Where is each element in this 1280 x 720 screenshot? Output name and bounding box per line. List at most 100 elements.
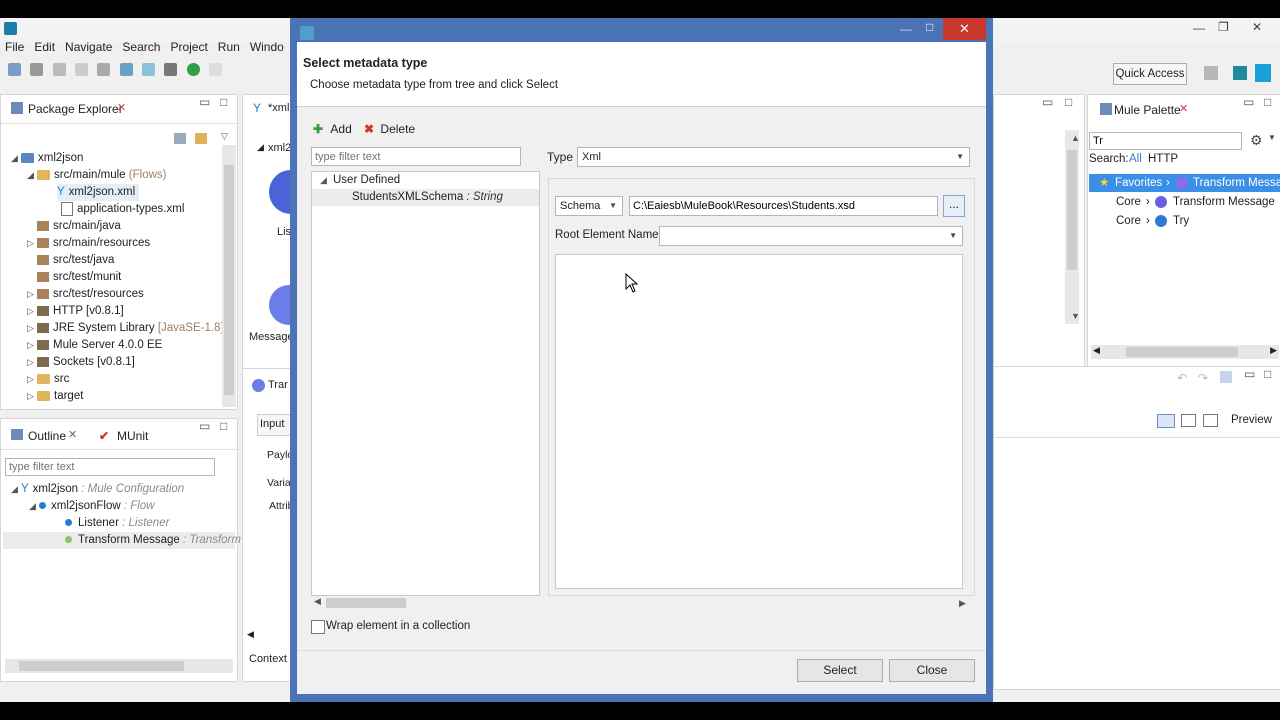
horizontal-scrollbar[interactable]	[5, 659, 233, 673]
schema-path-input[interactable]	[629, 196, 938, 216]
menu-project[interactable]: Project	[170, 40, 207, 54]
collapse-all-icon[interactable]	[174, 133, 186, 144]
browse-button[interactable]: ...	[943, 195, 965, 217]
variables-item[interactable]: Varia	[267, 477, 291, 489]
scroll-right-icon[interactable]: ▶	[959, 598, 966, 609]
tree-item-jre[interactable]: ▷ JRE System Library [JavaSE-1.8]	[27, 320, 224, 337]
minimize-view-icon[interactable]: ▭	[199, 419, 210, 433]
outline-item-listener[interactable]: Listener : Listener	[65, 515, 169, 532]
chevron-down-icon[interactable]: ▼	[1268, 133, 1276, 142]
print-icon[interactable]	[75, 63, 89, 77]
menu-window[interactable]: Windo	[250, 40, 284, 54]
palette-result-core-transform[interactable]: Core › Transform Message	[1089, 193, 1280, 211]
view-menu-icon[interactable]: ▽	[221, 131, 228, 142]
maximize-view-icon[interactable]: □	[1264, 367, 1271, 381]
minimize-icon[interactable]: —	[900, 22, 912, 36]
outline-item-flow[interactable]: ◢ xml2jsonFlow : Flow	[29, 498, 155, 515]
menu-navigate[interactable]: Navigate	[65, 40, 112, 54]
minimize-view-icon[interactable]: ▭	[199, 95, 210, 109]
menu-run[interactable]: Run	[218, 40, 240, 54]
tree-item-mule-server[interactable]: ▷ Mule Server 4.0.0 EE	[27, 337, 162, 354]
new-icon[interactable]	[8, 63, 21, 77]
tree-item-src-test-munit[interactable]: src/test/munit	[27, 269, 121, 286]
save-icon[interactable]	[1220, 371, 1232, 383]
forward-icon[interactable]: ↷	[1198, 371, 1208, 385]
maximize-view-icon[interactable]: □	[1065, 95, 1072, 109]
back-icon[interactable]: ↶	[1177, 371, 1187, 385]
minimize-view-icon[interactable]: ▭	[1042, 95, 1053, 109]
minimize-icon[interactable]: —	[1193, 21, 1205, 35]
open-perspective-icon[interactable]	[1204, 66, 1218, 80]
tree-item-src-test-java[interactable]: src/test/java	[27, 252, 114, 269]
minimize-view-icon[interactable]: ▭	[1244, 367, 1255, 381]
outline-item-transform[interactable]: Transform Message : Transform	[3, 532, 241, 549]
maximize-view-icon[interactable]: □	[220, 419, 227, 433]
collapse-icon[interactable]: ◢	[257, 142, 264, 153]
menu-file[interactable]: File	[5, 40, 24, 54]
tree-item-http[interactable]: ▷ HTTP [v0.8.1]	[27, 303, 124, 320]
close-icon[interactable]: ✕	[1252, 20, 1262, 34]
close-tab-icon[interactable]: ✕	[68, 428, 77, 441]
close-tab-icon[interactable]: ✕	[117, 101, 126, 114]
scroll-down-icon[interactable]: ▼	[1071, 311, 1080, 321]
gear-icon[interactable]: ⚙	[1250, 132, 1263, 149]
schema-select[interactable]: Schema ▼	[555, 196, 623, 216]
tab-munit[interactable]: MUnit	[117, 429, 148, 443]
layout-split-icon[interactable]	[1157, 414, 1175, 428]
wrap-collection-checkbox[interactable]	[311, 620, 325, 634]
tree-item-src-main-java[interactable]: src/main/java	[27, 218, 121, 235]
tree-item-src-main-mule[interactable]: ◢ src/main/mule (Flows)	[27, 167, 166, 184]
tree-item-src-test-resources[interactable]: ▷ src/test/resources	[27, 286, 144, 303]
tree-item-src[interactable]: ▷ src	[27, 371, 69, 388]
menu-edit[interactable]: Edit	[34, 40, 55, 54]
minimize-view-icon[interactable]: ▭	[1243, 95, 1254, 109]
scroll-left-icon[interactable]: ◀	[247, 629, 254, 640]
add-button[interactable]: ✚ Add	[313, 120, 352, 138]
outline-item-config[interactable]: ◢ Yxml2json : Mule Configuration	[11, 481, 184, 498]
tab-editor[interactable]: *xml	[268, 102, 289, 114]
close-tab-icon[interactable]: ✕	[1179, 102, 1188, 115]
horizontal-scrollbar[interactable]: ◀ ▶	[1091, 345, 1279, 359]
close-button[interactable]: Close	[889, 659, 975, 682]
tab-context[interactable]: Context	[249, 653, 287, 665]
perspective-java-icon[interactable]	[1233, 66, 1247, 80]
vertical-scrollbar[interactable]	[222, 145, 236, 407]
back-icon[interactable]	[209, 63, 223, 77]
preview-button[interactable]: Preview	[1231, 414, 1272, 426]
layout-single-icon[interactable]	[1203, 414, 1218, 427]
tree-horizontal-scrollbar[interactable]: ◀	[311, 596, 540, 610]
tree-item-xml2json[interactable]: ◢ xml2json	[11, 150, 83, 167]
palette-result-favorites[interactable]: ★ Favorites › Transform Message	[1089, 174, 1280, 192]
filter-http[interactable]: HTTP	[1148, 153, 1178, 165]
schema-preview-area[interactable]	[555, 254, 963, 589]
link-editor-icon[interactable]	[195, 133, 207, 144]
filter-all[interactable]: All	[1129, 153, 1142, 165]
tab-outline[interactable]: Outline	[28, 429, 66, 443]
save-icon[interactable]	[30, 63, 44, 77]
menu-search[interactable]: Search	[122, 40, 160, 54]
run-icon[interactable]	[186, 63, 200, 77]
tool-icon[interactable]	[97, 63, 111, 77]
maximize-icon[interactable]: □	[926, 20, 933, 34]
palette-result-core-try[interactable]: Core › Try	[1089, 212, 1280, 230]
outline-filter-input[interactable]	[5, 458, 215, 476]
link-icon[interactable]	[119, 63, 133, 77]
tree-group-user-defined[interactable]: ◢ User Defined	[320, 172, 400, 189]
perspective-mule-icon[interactable]	[1255, 64, 1271, 82]
scroll-up-icon[interactable]: ▲	[1071, 133, 1080, 143]
tab-package-explorer[interactable]: Package Explorer	[28, 102, 123, 116]
root-element-select[interactable]: ▼	[659, 226, 963, 246]
tab-transform[interactable]: Trar	[268, 379, 288, 391]
save-all-icon[interactable]	[52, 63, 66, 77]
layout-columns-icon[interactable]	[1181, 414, 1196, 427]
palette-search-input[interactable]	[1089, 132, 1242, 150]
type-filter-input[interactable]	[311, 147, 521, 166]
restore-icon[interactable]: ❐	[1218, 20, 1229, 34]
vertical-scrollbar[interactable]	[1065, 130, 1079, 324]
tree-item-xml2json-xml[interactable]: Yxml2json.xml	[57, 184, 140, 201]
maximize-view-icon[interactable]: □	[220, 95, 227, 109]
select-button[interactable]: Select	[797, 659, 883, 682]
toggle-icon[interactable]	[142, 63, 156, 77]
quick-access-field[interactable]: Quick Access	[1113, 63, 1187, 85]
tree-item-src-main-resources[interactable]: ▷ src/main/resources	[27, 235, 150, 252]
